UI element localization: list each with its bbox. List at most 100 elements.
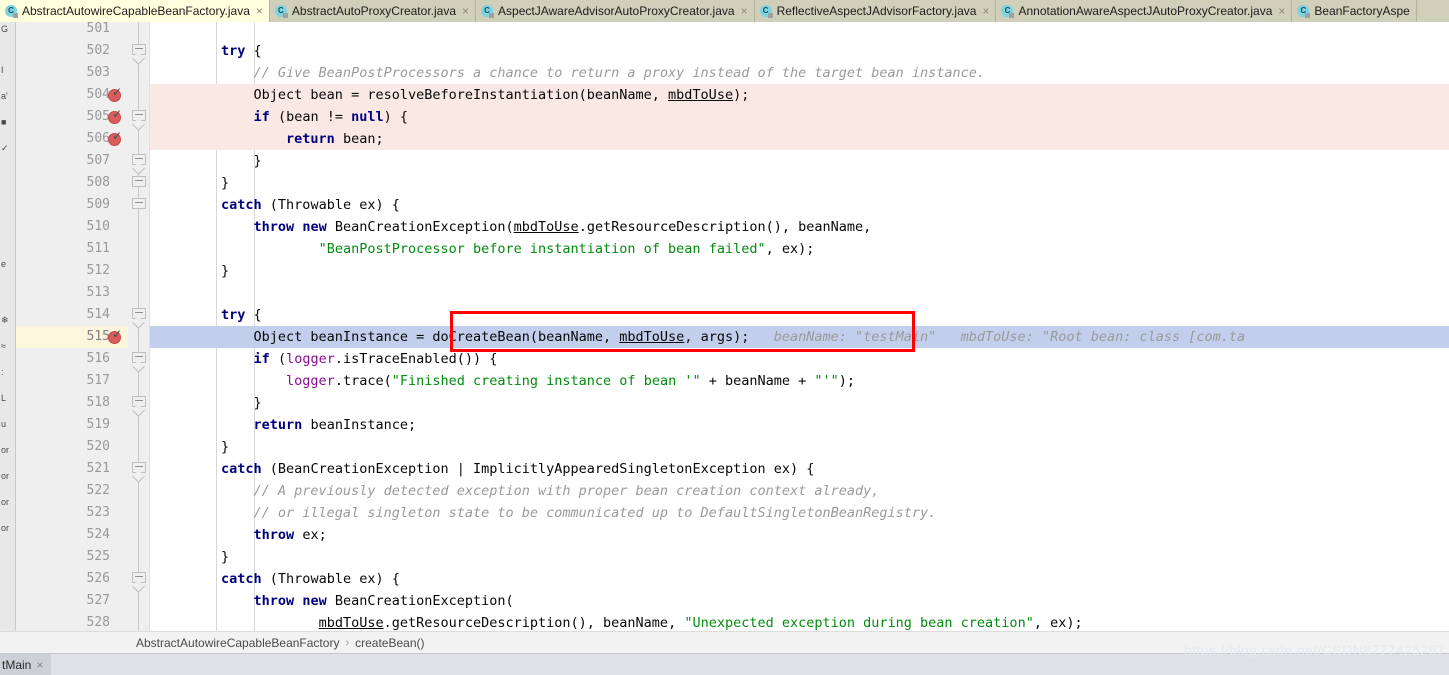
breadcrumb-class[interactable]: AbstractAutowireCapableBeanFactory bbox=[136, 636, 339, 650]
code-line[interactable]: try { bbox=[150, 40, 262, 62]
code-line[interactable]: throw new BeanCreationException(mbdToUse… bbox=[150, 216, 872, 238]
code-line[interactable]: catch (Throwable ex) { bbox=[150, 568, 400, 590]
fold-marker-body bbox=[132, 198, 146, 209]
code-line[interactable]: Object bean = resolveBeforeInstantiation… bbox=[150, 84, 750, 106]
fold-marker[interactable] bbox=[132, 198, 146, 213]
breakpoint-marker[interactable]: ✓ bbox=[108, 129, 123, 146]
code-text-area[interactable]: try { // Give BeanPostProcessors a chanc… bbox=[150, 22, 1449, 631]
ide-window: G Ia' ■ ✓ e ❄ ≈: Lu or or or or C AbstractAutowireCa… bbox=[0, 0, 1449, 675]
line-number: 519 bbox=[86, 417, 110, 432]
fold-marker[interactable] bbox=[132, 352, 146, 373]
breakpoint-marker[interactable]: ✓ bbox=[108, 107, 123, 124]
watermark-text: https://blog.csdn.net/CSDN8777425287 bbox=[1183, 642, 1445, 658]
left-tool-strip[interactable]: G Ia' ■ ✓ e ❄ ≈: Lu or or or or bbox=[0, 22, 16, 653]
close-icon[interactable]: × bbox=[36, 658, 43, 672]
line-number: 502 bbox=[86, 43, 110, 58]
minus-icon bbox=[135, 158, 143, 159]
close-icon[interactable]: × bbox=[254, 5, 263, 17]
code-line[interactable]: // Give BeanPostProcessors a chance to r… bbox=[150, 62, 986, 84]
code-line[interactable]: catch (BeanCreationException | Implicitl… bbox=[150, 458, 814, 480]
code-line[interactable]: // or illegal singleton state to be comm… bbox=[150, 502, 937, 524]
editor-tab[interactable]: C AbstractAutowireCapableBeanFactory.java… bbox=[0, 0, 270, 22]
code-line[interactable]: Object beanInstance = doCreateBean(beanN… bbox=[150, 326, 1246, 348]
line-number: 517 bbox=[86, 373, 110, 388]
editor-tab-bar[interactable]: C AbstractAutowireCapableBeanFactory.java… bbox=[0, 0, 1449, 22]
tool-window-glyph[interactable]: a' bbox=[0, 91, 15, 102]
tool-window-glyph[interactable]: ✓ bbox=[0, 143, 15, 154]
code-line[interactable]: } bbox=[150, 172, 229, 194]
tool-window-glyph[interactable]: I bbox=[0, 65, 15, 76]
close-icon[interactable]: × bbox=[1276, 5, 1285, 17]
tool-window-glyph[interactable]: or bbox=[0, 445, 15, 456]
fold-marker[interactable] bbox=[132, 308, 146, 329]
minus-icon bbox=[135, 48, 143, 49]
tool-window-glyph[interactable]: G bbox=[0, 24, 15, 35]
code-line[interactable]: logger.trace("Finished creating instance… bbox=[150, 370, 855, 392]
close-icon[interactable]: × bbox=[460, 5, 469, 17]
tool-window-glyph[interactable]: or bbox=[0, 523, 15, 534]
line-number: 511 bbox=[86, 241, 110, 256]
code-editor[interactable]: 501 502 503 504 ✓ 505 ✓ 506 ✓ 507 508 509 510 511 512 5… bbox=[16, 22, 1449, 631]
fold-marker[interactable] bbox=[132, 396, 146, 417]
editor-tab-label: ReflectiveAspectJAdvisorFactory.java bbox=[776, 4, 977, 18]
editor-tab[interactable]: C AbstractAutoProxyCreator.java × bbox=[269, 0, 477, 22]
close-icon[interactable]: × bbox=[739, 5, 748, 17]
tool-window-glyph[interactable]: ≈ bbox=[0, 341, 15, 352]
editor-tab[interactable]: C BeanFactoryAspe bbox=[1292, 0, 1417, 22]
line-number: 509 bbox=[86, 197, 110, 212]
code-folding-column[interactable] bbox=[128, 22, 150, 631]
code-line[interactable]: throw new BeanCreationException( bbox=[150, 590, 514, 612]
code-line[interactable]: } bbox=[150, 546, 229, 568]
code-line[interactable]: return bean; bbox=[150, 128, 384, 150]
tool-window-glyph[interactable]: u bbox=[0, 419, 15, 430]
fold-marker[interactable] bbox=[132, 176, 146, 191]
java-class-icon: C bbox=[1001, 4, 1015, 18]
minus-icon bbox=[135, 180, 143, 181]
line-number: 515 bbox=[86, 329, 110, 344]
tool-window-glyph[interactable]: L bbox=[0, 393, 15, 404]
code-line[interactable]: "BeanPostProcessor before instantiation … bbox=[150, 238, 815, 260]
code-line[interactable]: try { bbox=[150, 304, 262, 326]
code-line[interactable]: catch (Throwable ex) { bbox=[150, 194, 400, 216]
code-line[interactable]: return beanInstance; bbox=[150, 414, 417, 436]
code-line[interactable]: } bbox=[150, 150, 262, 172]
code-line[interactable]: // A previously detected exception with … bbox=[150, 480, 880, 502]
code-line[interactable]: if (bean != null) { bbox=[150, 106, 408, 128]
code-line[interactable]: } bbox=[150, 436, 229, 458]
tool-window-glyph[interactable]: ❄ bbox=[0, 315, 15, 326]
close-icon[interactable]: × bbox=[980, 5, 989, 17]
editor-tab[interactable]: C AspectJAwareAdvisorAutoProxyCreator.jav… bbox=[476, 0, 755, 22]
editor-tab[interactable]: C ReflectiveAspectJAdvisorFactory.java × bbox=[754, 0, 997, 22]
tool-window-glyph[interactable]: or bbox=[0, 471, 15, 482]
code-line[interactable]: } bbox=[150, 392, 262, 414]
tool-window-glyph[interactable]: e bbox=[0, 259, 15, 270]
code-line[interactable]: throw ex; bbox=[150, 524, 327, 546]
line-number-gutter[interactable]: 501 502 503 504 ✓ 505 ✓ 506 ✓ 507 508 509 510 511 512 5… bbox=[16, 22, 150, 631]
fold-marker[interactable] bbox=[132, 154, 146, 175]
check-icon: ✓ bbox=[112, 327, 123, 341]
fold-marker[interactable] bbox=[132, 110, 146, 131]
check-icon: ✓ bbox=[112, 129, 123, 143]
tool-window-glyph[interactable]: ■ bbox=[0, 117, 15, 128]
line-number: 520 bbox=[86, 439, 110, 454]
tool-window-glyph[interactable]: or bbox=[0, 497, 15, 508]
code-line[interactable]: if (logger.isTraceEnabled()) { bbox=[150, 348, 498, 370]
editor-tab-label: AnnotationAwareAspectJAutoProxyCreator.j… bbox=[1018, 4, 1273, 18]
code-line[interactable]: } bbox=[150, 260, 229, 282]
run-configuration-tab[interactable]: tMain × bbox=[0, 653, 52, 675]
check-icon: ✓ bbox=[112, 107, 123, 121]
fold-marker[interactable] bbox=[132, 44, 146, 65]
breakpoint-marker[interactable]: ✓ bbox=[108, 86, 122, 102]
tool-window-glyph[interactable]: : bbox=[0, 367, 15, 378]
breakpoint-marker[interactable]: ✓ bbox=[108, 327, 123, 344]
fold-marker[interactable] bbox=[132, 462, 146, 483]
editor-tab[interactable]: C AnnotationAwareAspectJAutoProxyCreator.… bbox=[996, 0, 1293, 22]
breadcrumb-method[interactable]: createBean() bbox=[355, 636, 424, 650]
editor-tab-label: AspectJAwareAdvisorAutoProxyCreator.java bbox=[498, 4, 735, 18]
code-line[interactable]: mbdToUse.getResourceDescription(), beanN… bbox=[150, 612, 1083, 631]
fold-marker[interactable] bbox=[132, 572, 146, 593]
java-class-icon: C bbox=[1297, 4, 1311, 18]
line-number: 508 bbox=[86, 175, 110, 190]
line-number: 510 bbox=[86, 219, 110, 234]
java-class-icon: C bbox=[5, 4, 18, 18]
